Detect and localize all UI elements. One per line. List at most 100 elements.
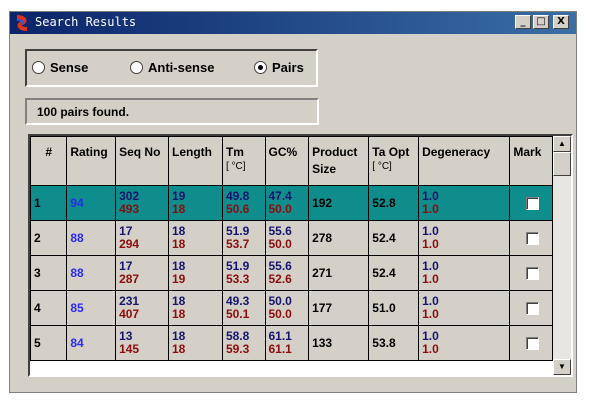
vertical-scrollbar[interactable]: ▲ ▼ [553, 136, 571, 375]
col-header-gc[interactable]: GC% [264, 136, 310, 186]
cell-tm[interactable]: 51.9 53.7 [221, 220, 266, 256]
cell-product-size[interactable]: 271 [308, 255, 370, 291]
col-header-product-size[interactable]: Product Size [308, 136, 370, 186]
mark-checkbox[interactable] [526, 196, 540, 210]
degeneracy-reverse: 1.0 [422, 202, 439, 216]
cell-length[interactable]: 18 18 [168, 220, 223, 256]
cell-gc[interactable]: 50.0 50.0 [264, 290, 310, 326]
table-row[interactable]: 5 84 13 145 18 18 58.8 59.3 61.1 61.1 133 53.8 1.0 1.… [29, 325, 553, 361]
cell-num[interactable]: 4 [29, 290, 68, 326]
radio-sense-label: Sense [50, 60, 89, 75]
results-grid: # Rating Seq No Length Tm [ °C] GC% Prod… [28, 134, 573, 377]
window-title: Search Results [35, 15, 137, 29]
tm-reverse: 59.3 [225, 342, 250, 356]
cell-rating[interactable]: 88 [66, 220, 117, 256]
cell-product-size[interactable]: 278 [308, 220, 370, 256]
col-header-num[interactable]: # [29, 136, 68, 186]
cell-tm[interactable]: 58.8 59.3 [221, 325, 266, 361]
cell-degeneracy[interactable]: 1.0 1.0 [418, 220, 511, 256]
col-header-seqno[interactable]: Seq No [115, 136, 169, 186]
cell-gc[interactable]: 47.4 50.0 [264, 185, 310, 221]
col-header-taopt[interactable]: Ta Opt [ °C] [368, 136, 420, 186]
radio-sense[interactable]: Sense [32, 60, 88, 75]
cell-seqno[interactable]: 302 493 [115, 185, 169, 221]
maximize-button[interactable]: □ [533, 15, 549, 29]
cell-product-size[interactable]: 133 [308, 325, 370, 361]
degeneracy-reverse: 1.0 [422, 342, 439, 356]
title-bar[interactable]: Search Results _ □ X [10, 12, 576, 34]
cell-length[interactable]: 18 18 [168, 325, 223, 361]
radio-pairs-indicator[interactable] [254, 61, 267, 74]
mark-checkbox[interactable] [526, 301, 540, 315]
cell-mark[interactable] [509, 220, 553, 256]
cell-degeneracy[interactable]: 1.0 1.0 [418, 185, 511, 221]
cell-gc[interactable]: 55.6 50.0 [264, 220, 310, 256]
mark-checkbox[interactable] [526, 336, 540, 350]
degeneracy-reverse: 1.0 [422, 307, 439, 321]
col-header-tm[interactable]: Tm [ °C] [221, 136, 266, 186]
scroll-thumb[interactable] [553, 152, 571, 176]
close-button[interactable]: X [553, 15, 569, 29]
gc-reverse: 50.0 [268, 237, 292, 251]
scroll-down-button[interactable]: ▼ [553, 359, 571, 375]
mark-checkbox[interactable] [526, 266, 540, 280]
table-row[interactable]: 4 85 231 407 18 18 49.3 50.1 50.0 50.0 177 51.0 1.0 1… [29, 290, 553, 326]
table-row[interactable]: 2 88 17 294 18 18 51.9 53.7 55.6 50.0 278 52.4 1.0 1.… [29, 220, 553, 256]
col-header-length[interactable]: Length [168, 136, 223, 186]
radio-anti-sense-indicator[interactable] [130, 61, 143, 74]
cell-taopt[interactable]: 51.0 [368, 290, 420, 326]
cell-degeneracy[interactable]: 1.0 1.0 [418, 325, 511, 361]
cell-mark[interactable] [509, 255, 553, 291]
radio-pairs[interactable]: Pairs [254, 60, 304, 75]
cell-rating[interactable]: 88 [66, 255, 117, 291]
minimize-button[interactable]: _ [515, 15, 531, 29]
cell-taopt[interactable]: 52.4 [368, 220, 420, 256]
table-row[interactable]: 3 88 17 287 18 19 51.9 53.3 55.6 52.6 271 52.4 1.0 1.… [29, 255, 553, 291]
results-table-body: 1 94 302 493 19 18 49.8 50.6 47.4 50.0 192 52.8 1.0 1… [29, 185, 553, 361]
cell-mark[interactable] [509, 185, 553, 221]
length-reverse: 18 [172, 237, 186, 251]
degeneracy-reverse: 1.0 [422, 237, 439, 251]
table-row[interactable]: 1 94 302 493 19 18 49.8 50.6 47.4 50.0 192 52.8 1.0 1… [29, 185, 553, 221]
cell-product-size[interactable]: 192 [308, 185, 370, 221]
cell-num[interactable]: 5 [29, 325, 68, 361]
cell-num[interactable]: 1 [29, 185, 68, 221]
col-header-degeneracy[interactable]: Degeneracy [418, 136, 511, 186]
cell-degeneracy[interactable]: 1.0 1.0 [418, 255, 511, 291]
cell-taopt[interactable]: 53.8 [368, 325, 420, 361]
cell-seqno[interactable]: 17 287 [115, 255, 169, 291]
cell-gc[interactable]: 55.6 52.6 [264, 255, 310, 291]
length-reverse: 18 [172, 202, 186, 216]
cell-num[interactable]: 3 [29, 255, 68, 291]
cell-length[interactable]: 19 18 [168, 185, 223, 221]
radio-sense-indicator[interactable] [32, 61, 45, 74]
cell-tm[interactable]: 49.8 50.6 [221, 185, 266, 221]
cell-length[interactable]: 18 19 [168, 255, 223, 291]
cell-tm[interactable]: 51.9 53.3 [221, 255, 266, 291]
cell-mark[interactable] [509, 325, 553, 361]
cell-degeneracy[interactable]: 1.0 1.0 [418, 290, 511, 326]
cell-mark[interactable] [509, 290, 553, 326]
cell-taopt[interactable]: 52.8 [368, 185, 420, 221]
cell-gc[interactable]: 61.1 61.1 [264, 325, 310, 361]
mark-checkbox[interactable] [526, 231, 540, 245]
radio-anti-sense[interactable]: Anti-sense [130, 60, 214, 75]
cell-rating[interactable]: 94 [66, 185, 117, 221]
cell-tm[interactable]: 49.3 50.1 [221, 290, 266, 326]
gc-reverse: 50.0 [268, 307, 292, 321]
cell-rating[interactable]: 85 [66, 290, 117, 326]
col-header-mark[interactable]: Mark [509, 136, 553, 186]
scroll-up-button[interactable]: ▲ [553, 136, 571, 152]
col-header-rating[interactable]: Rating [66, 136, 117, 186]
cell-seqno[interactable]: 13 145 [115, 325, 169, 361]
cell-length[interactable]: 18 18 [168, 290, 223, 326]
cell-seqno[interactable]: 17 294 [115, 220, 169, 256]
cell-num[interactable]: 2 [29, 220, 68, 256]
cell-rating[interactable]: 84 [66, 325, 117, 361]
cell-taopt[interactable]: 52.4 [368, 255, 420, 291]
seqno-reverse: 407 [119, 307, 140, 321]
length-reverse: 18 [172, 307, 186, 321]
cell-seqno[interactable]: 231 407 [115, 290, 169, 326]
cell-product-size[interactable]: 177 [308, 290, 370, 326]
length-reverse: 19 [172, 272, 186, 286]
